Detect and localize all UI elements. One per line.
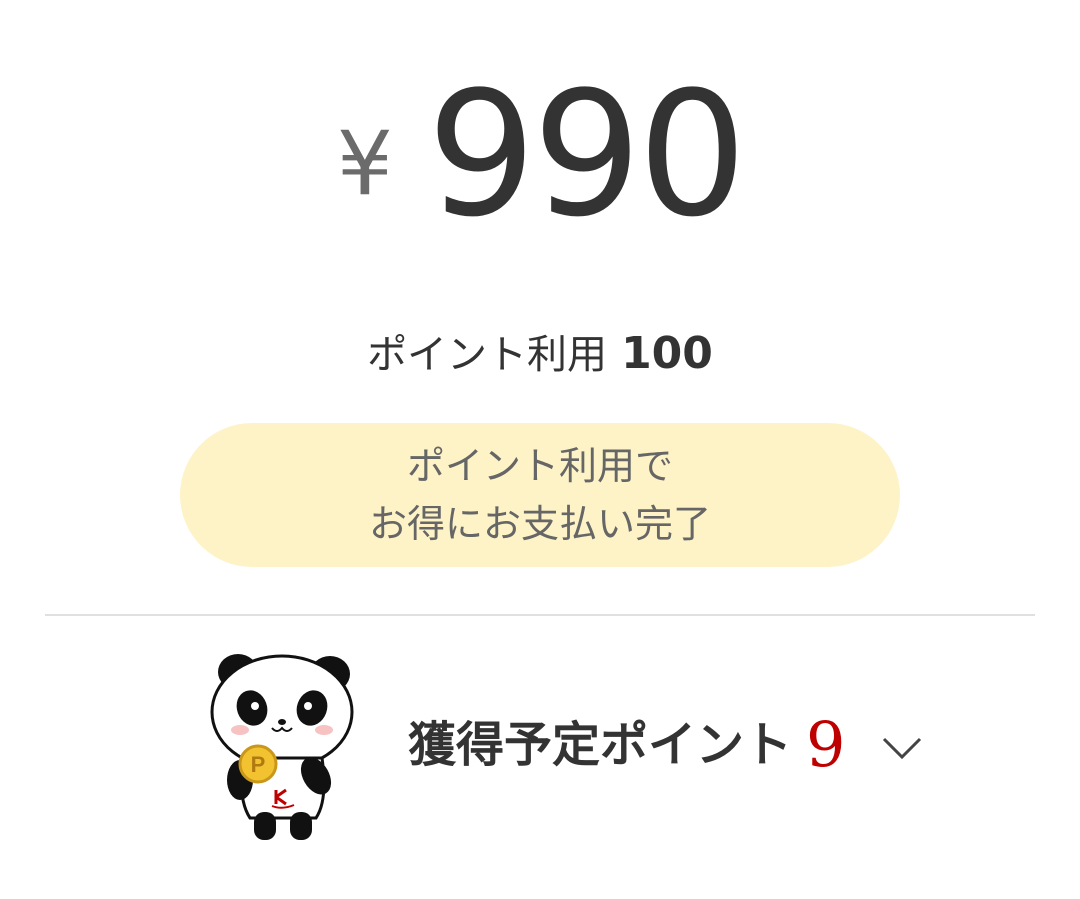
points-used-row: ポイント利用 100 (0, 322, 1080, 387)
earned-points-label: 獲得予定ポイント (408, 717, 793, 773)
status-banner: ポイント利用で お得にお支払い完了 (180, 423, 900, 567)
currency-symbol: ¥ (336, 112, 393, 215)
earned-points-row[interactable]: 獲得予定ポイント 9 (408, 705, 923, 785)
earned-points-value: 9 (806, 708, 846, 781)
chevron-down-icon[interactable] (881, 733, 923, 763)
payment-complete-screen: ¥ 990 ポイント利用 100 ポイント利用で お得にお支払い完了 P 獲得予… (0, 0, 1080, 899)
points-used-label: ポイント利用 (367, 332, 608, 378)
points-used-value: 100 (621, 328, 713, 379)
divider (45, 614, 1035, 616)
amount-value: 990 (426, 54, 747, 255)
status-line-1: ポイント利用で (406, 444, 673, 488)
panda-mascot-icon: P (210, 654, 354, 840)
status-line-2: お得にお支払い完了 (368, 502, 711, 546)
svg-text:P: P (251, 752, 266, 777)
payment-amount: ¥ 990 (0, 54, 1080, 255)
